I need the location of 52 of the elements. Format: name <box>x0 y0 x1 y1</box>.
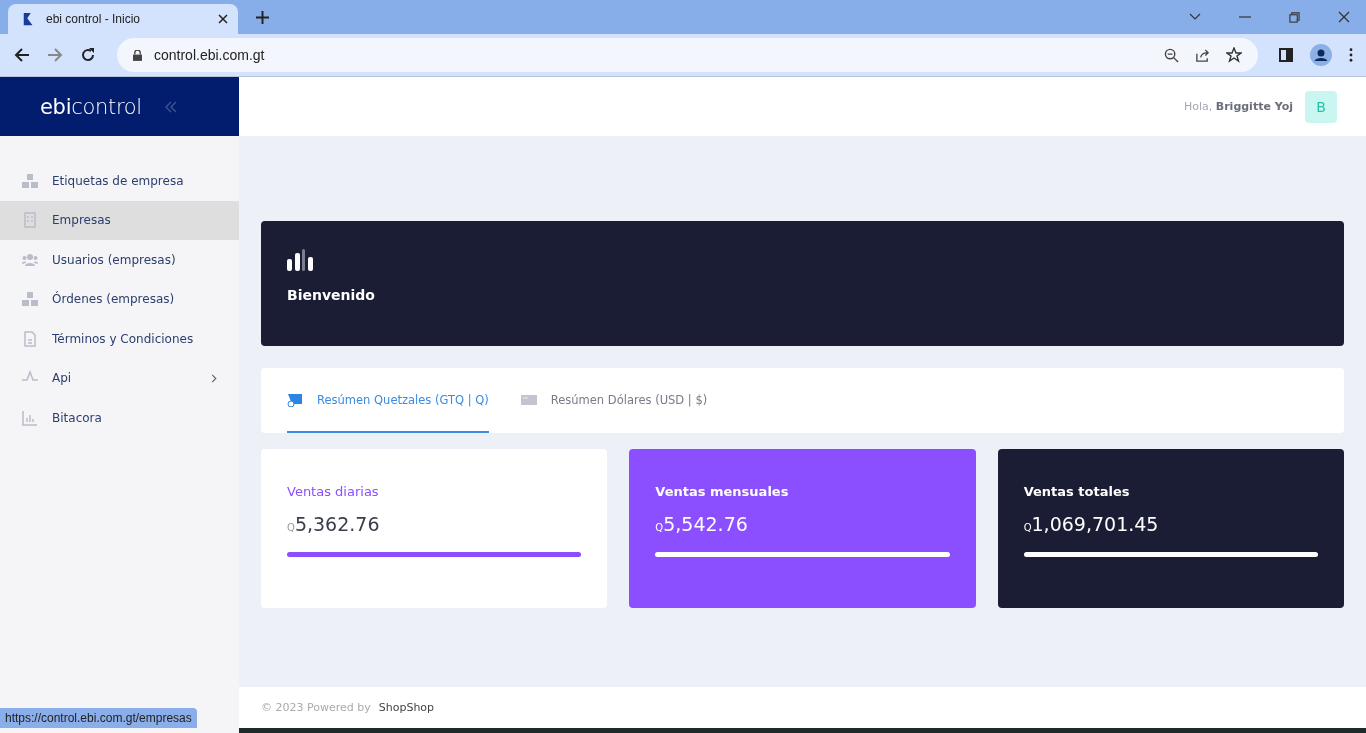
copyright-text: © 2023 Powered by <box>261 701 371 714</box>
browser-tab[interactable]: ebi control - Inicio <box>8 4 238 34</box>
welcome-title: Bienvenido <box>287 287 376 303</box>
bar-chart-icon <box>22 409 38 426</box>
bar-chart-icon <box>287 249 315 271</box>
brand-link[interactable]: ShopShop <box>378 701 435 714</box>
greeting: Hola, Briggitte Yoj <box>1184 100 1293 113</box>
sales-amount: 5,542.76 <box>663 513 748 535</box>
currency-symbol: Q <box>655 522 664 533</box>
card-title: Ventas diarias <box>287 484 380 499</box>
sales-amount: 5,362.76 <box>294 513 380 535</box>
side-panel-icon[interactable] <box>1279 48 1293 62</box>
document-icon <box>22 330 38 347</box>
address-bar[interactable]: control.ebi.com.gt <box>117 38 1258 72</box>
zoom-out-icon[interactable] <box>1164 47 1179 63</box>
new-tab-icon[interactable] <box>256 10 269 24</box>
card-icon <box>520 393 537 406</box>
users-icon <box>22 251 38 268</box>
card-title: Ventas mensuales <box>655 484 790 499</box>
currency-symbol: Q <box>1023 522 1032 533</box>
sales-amount: 1,069,701.45 <box>1031 513 1159 535</box>
sidebar-item[interactable]: Bitacora <box>0 398 239 438</box>
boxes-icon <box>22 291 38 308</box>
close-icon[interactable] <box>218 14 228 24</box>
star-icon[interactable] <box>1226 47 1242 63</box>
chevron-down-icon[interactable] <box>1189 13 1201 21</box>
forward-icon[interactable] <box>47 47 63 63</box>
profile-icon[interactable] <box>1310 44 1332 66</box>
sidebar-item[interactable]: Etiquetas de empresa <box>0 161 239 201</box>
restore-icon[interactable] <box>1289 11 1300 23</box>
card-title: Ventas totales <box>1023 484 1131 499</box>
logo[interactable]: ebicontrol <box>40 94 142 119</box>
menu-icon[interactable] <box>1349 48 1353 62</box>
sidebar-item[interactable]: Órdenes (empresas) <box>0 279 239 319</box>
money-icon <box>287 392 303 407</box>
tab-title: ebi control - Inicio <box>46 12 142 26</box>
sidebar-item[interactable]: Api <box>0 358 239 398</box>
share-icon[interactable] <box>1195 47 1210 63</box>
reload-icon[interactable] <box>80 47 96 63</box>
back-icon[interactable] <box>14 47 30 63</box>
lock-icon <box>133 49 142 61</box>
sidebar-item[interactable]: Términos y Condiciones <box>0 319 239 359</box>
sidebar-item[interactable]: Usuarios (empresas) <box>0 240 239 280</box>
boxes-icon <box>22 172 38 189</box>
sidebar-item[interactable]: Empresas <box>0 200 239 240</box>
building-icon <box>22 212 38 229</box>
tab[interactable]: Resúmen Quetzales (GTQ | Q) <box>287 368 489 433</box>
tab[interactable]: Resúmen Dólares (USD | $) <box>520 368 708 433</box>
currency-symbol: Q <box>287 522 295 533</box>
close-icon[interactable] <box>1338 11 1350 23</box>
chevron-right-icon <box>211 373 217 383</box>
status-url: https://control.ebi.com.gt/empresas <box>0 708 197 728</box>
